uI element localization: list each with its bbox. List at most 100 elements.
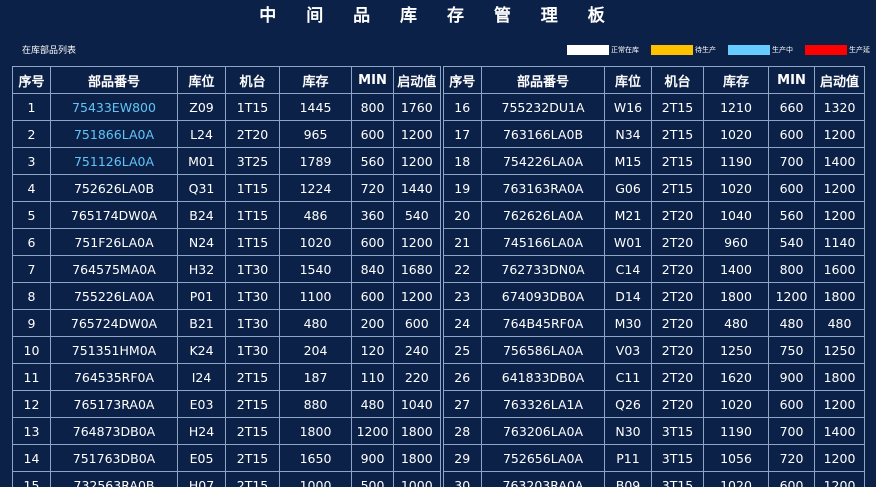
- status-legend: 正常在库 待生产 生产中 生产延: [555, 44, 870, 56]
- header-right-start-value: 启动值: [814, 66, 865, 94]
- cell-right-seq: 23: [439, 282, 482, 310]
- cell-right-machine: 2T20: [651, 390, 704, 418]
- table-row[interactable]: 12 765173RA0A E03 2T15 880 480 1040 27 763326LA1…: [12, 390, 865, 418]
- cell-left-location: H07: [177, 471, 226, 487]
- header-right-seq: 序号: [439, 66, 482, 94]
- cell-left-part-number: 755226LA0A: [50, 282, 178, 310]
- cell-right-part-number: 756586LA0A: [481, 336, 605, 364]
- table-row[interactable]: 4 752626LA0B Q31 1T15 1224 720 1440 19 763163RA0…: [12, 174, 865, 202]
- cell-left-min: 720: [351, 174, 394, 202]
- cell-right-part-number: 762626LA0A: [481, 201, 605, 229]
- cell-left-part-number: 751351HM0A: [50, 336, 178, 364]
- cell-right-min: 600: [768, 120, 815, 148]
- cell-right-location: D14: [604, 282, 652, 310]
- legend-item-delayed: 生产延: [805, 45, 870, 55]
- cell-left-location: K24: [177, 336, 226, 364]
- cell-left-machine: 2T20: [225, 120, 280, 148]
- cell-left-seq: 9: [12, 309, 51, 337]
- cell-left-seq: 3: [12, 147, 51, 175]
- cell-left-stock: 1789: [279, 147, 352, 175]
- cell-left-machine: 1T30: [225, 282, 280, 310]
- cell-left-min: 800: [351, 93, 394, 121]
- cell-right-location: B09: [604, 471, 652, 487]
- cell-left-machine: 1T15: [225, 201, 280, 229]
- cell-left-min: 560: [351, 147, 394, 175]
- table-row[interactable]: 10 751351HM0A K24 1T30 204 120 240 25 756586LA0A…: [12, 336, 865, 364]
- cell-right-stock: 1020: [703, 390, 769, 418]
- cell-left-start-value: 540: [393, 201, 442, 229]
- cell-right-location: V03: [604, 336, 652, 364]
- legend-label: 生产中: [772, 46, 793, 54]
- table-row[interactable]: 11 764535RF0A I24 2T15 187 110 220 26 641833DB0A…: [12, 363, 865, 391]
- cell-left-start-value: 1440: [393, 174, 442, 202]
- cell-right-part-number: 763163RA0A: [481, 174, 605, 202]
- cell-right-seq: 17: [439, 120, 482, 148]
- cell-right-seq: 19: [439, 174, 482, 202]
- cell-left-location: E03: [177, 390, 226, 418]
- table-row[interactable]: 15 732563RA0B H07 2T15 1000 500 1000 30 763203RA…: [12, 471, 865, 487]
- cell-right-location: N30: [604, 417, 652, 445]
- table-row[interactable]: 8 755226LA0A P01 1T30 1100 600 1200 23 674093DB0…: [12, 282, 865, 310]
- legend-swatch-producing: [728, 45, 770, 55]
- cell-left-seq: 15: [12, 471, 51, 487]
- cell-right-start-value: 1200: [814, 444, 865, 472]
- cell-left-part-number: 765724DW0A: [50, 309, 178, 337]
- cell-right-stock: 1190: [703, 417, 769, 445]
- cell-right-seq: 28: [439, 417, 482, 445]
- table-row[interactable]: 5 765174DW0A B24 1T15 486 360 540 20 762626LA0A M…: [12, 201, 865, 229]
- cell-left-stock: 204: [279, 336, 352, 364]
- cell-left-part-number: 751763DB0A: [50, 444, 178, 472]
- cell-right-part-number: 755232DU1A: [481, 93, 605, 121]
- cell-left-part-number: 752626LA0B: [50, 174, 178, 202]
- legend-label: 正常在库: [611, 46, 639, 54]
- cell-left-stock: 187: [279, 363, 352, 391]
- cell-left-location: I24: [177, 363, 226, 391]
- table-row[interactable]: 6 751F26LA0A N24 1T15 1020 600 1200 21 745166LA0…: [12, 228, 865, 256]
- header-left-machine: 机台: [225, 66, 280, 94]
- cell-right-start-value: 1200: [814, 120, 865, 148]
- cell-right-stock: 960: [703, 228, 769, 256]
- cell-right-seq: 21: [439, 228, 482, 256]
- table-row[interactable]: 9 765724DW0A B21 1T30 480 200 600 24 764B45RF0A M…: [12, 309, 865, 337]
- cell-right-stock: 480: [703, 309, 769, 337]
- cell-left-stock: 1650: [279, 444, 352, 472]
- cell-left-location: B21: [177, 309, 226, 337]
- cell-right-start-value: 1200: [814, 390, 865, 418]
- cell-right-part-number: 763203RA0A: [481, 471, 605, 487]
- cell-right-stock: 1040: [703, 201, 769, 229]
- cell-left-location: E05: [177, 444, 226, 472]
- table-row[interactable]: 7 764575MA0A H32 1T30 1540 840 1680 22 762733DN0…: [12, 255, 865, 283]
- cell-right-seq: 24: [439, 309, 482, 337]
- cell-right-location: M21: [604, 201, 652, 229]
- table-row[interactable]: 13 764873DB0A H24 2T15 1800 1200 1800 28 763206L…: [12, 417, 865, 445]
- cell-right-location: C14: [604, 255, 652, 283]
- cell-left-min: 360: [351, 201, 394, 229]
- cell-left-machine: 1T15: [225, 174, 280, 202]
- cell-right-min: 900: [768, 363, 815, 391]
- cell-right-stock: 1400: [703, 255, 769, 283]
- cell-right-machine: 3T15: [651, 417, 704, 445]
- cell-left-min: 840: [351, 255, 394, 283]
- cell-left-location: H24: [177, 417, 226, 445]
- cell-left-machine: 1T30: [225, 336, 280, 364]
- cell-right-location: W16: [604, 93, 652, 121]
- cell-left-start-value: 1760: [393, 93, 442, 121]
- cell-left-stock: 480: [279, 309, 352, 337]
- table-row[interactable]: 3 751126LA0A M01 3T25 1789 560 1200 18 754226LA0…: [12, 147, 865, 175]
- cell-right-location: N34: [604, 120, 652, 148]
- cell-right-part-number: 754226LA0A: [481, 147, 605, 175]
- table-row[interactable]: 2 751866LA0A L24 2T20 965 600 1200 17 763166LA0B…: [12, 120, 865, 148]
- cell-left-min: 200: [351, 309, 394, 337]
- cell-right-stock: 1210: [703, 93, 769, 121]
- cell-right-location: W01: [604, 228, 652, 256]
- cell-right-min: 600: [768, 174, 815, 202]
- cell-left-part-number: 764535RF0A: [50, 363, 178, 391]
- cell-right-part-number: 763326LA1A: [481, 390, 605, 418]
- cell-left-part-number: 751F26LA0A: [50, 228, 178, 256]
- cell-left-stock: 1224: [279, 174, 352, 202]
- table-row[interactable]: 1 75433EW800 Z09 1T15 1445 800 1760 16 755232DU1…: [12, 93, 865, 121]
- cell-left-machine: 1T15: [225, 93, 280, 121]
- table-header-row: 序号 部品番号 库位 机台 库存 MIN 启动值 序号 部品番号 库位 机台 库存 MIN 启动值: [12, 66, 865, 94]
- table-row[interactable]: 14 751763DB0A E05 2T15 1650 900 1800 29 752656LA…: [12, 444, 865, 472]
- cell-right-machine: 2T20: [651, 336, 704, 364]
